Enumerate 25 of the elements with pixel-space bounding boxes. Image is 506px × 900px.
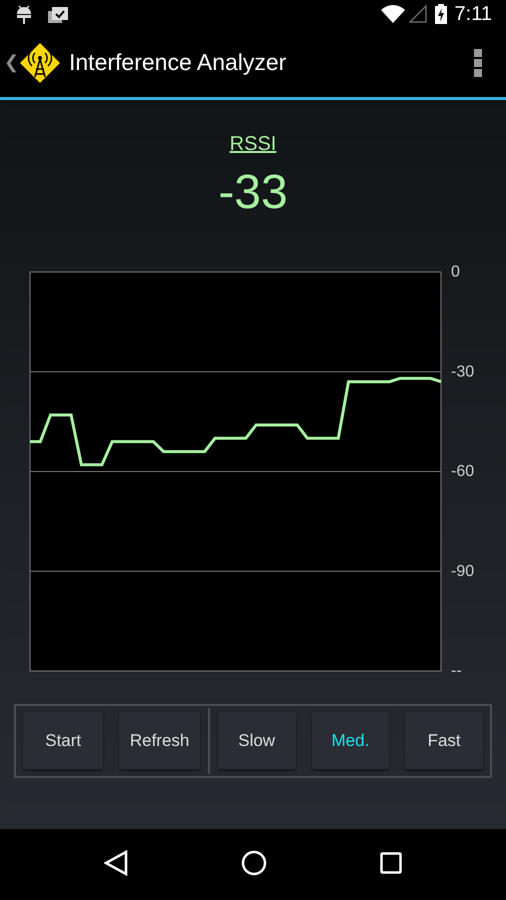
back-icon[interactable]: [104, 850, 128, 876]
overflow-menu-icon[interactable]: [474, 48, 482, 76]
cell-signal-icon: [408, 5, 427, 23]
axis-tick-label: --: [451, 662, 462, 680]
rssi-label[interactable]: RSSI: [230, 132, 276, 156]
app-title: Interference Analyzer: [69, 48, 288, 78]
control-button[interactable]: Refresh: [119, 712, 200, 770]
axis-tick-label: -30: [451, 362, 474, 380]
android-icon: [16, 4, 32, 24]
antenna-logo-icon: [19, 42, 61, 84]
battery-charging-icon: [434, 4, 447, 24]
clipboard-check-icon: [48, 5, 68, 23]
control-button[interactable]: Med.: [312, 712, 390, 770]
recents-icon[interactable]: [380, 852, 402, 874]
time-text: 7:11: [454, 2, 492, 27]
axis-tick-label: -60: [451, 462, 474, 480]
home-icon[interactable]: [240, 850, 267, 876]
control-button[interactable]: Fast: [405, 712, 483, 770]
axis-tick-label: -90: [451, 562, 474, 580]
rssi-value: -33: [218, 165, 288, 221]
back-icon[interactable]: ❮: [4, 49, 19, 76]
control-button[interactable]: Slow: [218, 712, 296, 770]
axis-tick-label: 0: [451, 263, 460, 280]
wifi-icon: [380, 5, 405, 23]
control-button[interactable]: Start: [23, 712, 104, 770]
